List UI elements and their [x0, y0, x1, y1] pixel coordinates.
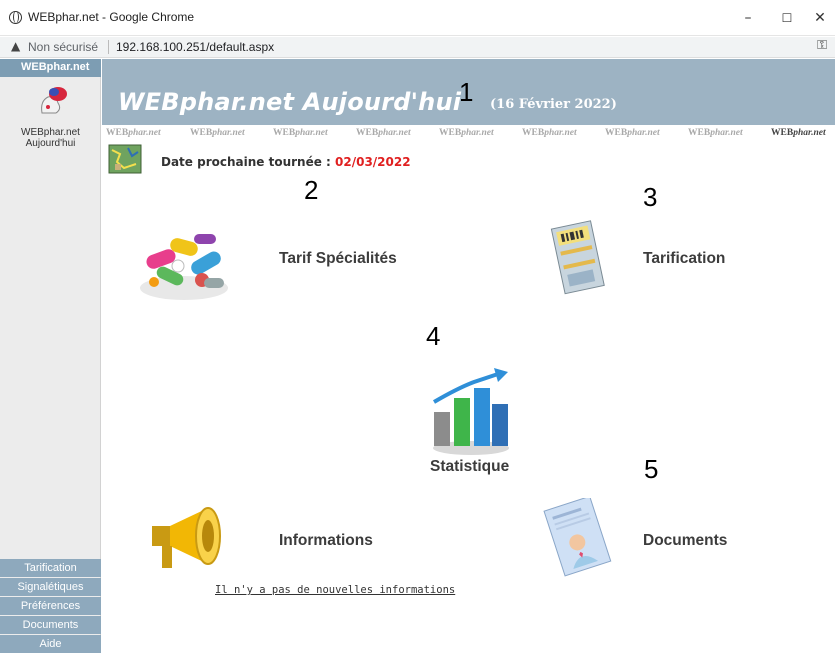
sidebar-home-label-line1[interactable]: WEBphar.net: [0, 127, 101, 138]
sidebar-item-preferences[interactable]: Préférences: [0, 597, 101, 615]
watermark-text: WEBphar.net: [522, 128, 577, 138]
watermark-suffix: phar.net: [627, 128, 660, 138]
watermark-prefix: WEB: [439, 128, 462, 138]
watermark-suffix: phar.net: [793, 128, 826, 138]
tile-informations[interactable]: Informations: [279, 532, 373, 550]
watermark-suffix: phar.net: [378, 128, 411, 138]
minimize-button[interactable]: –: [733, 6, 763, 30]
watermark-text: WEBphar.net: [605, 128, 660, 138]
address-bar[interactable]: ▲ Non sécurisé 192.168.100.251/default.a…: [0, 37, 835, 58]
sidebar: WEBphar.net WEBphar.net Aujourd'hui Tari…: [0, 59, 101, 653]
warning-icon[interactable]: ▲: [11, 39, 20, 53]
watermark-suffix: phar.net: [461, 128, 494, 138]
annotation-number-5: 5: [644, 454, 659, 484]
next-tour: Date prochaine tournée : 02/03/2022: [161, 155, 411, 169]
watermark-text: WEBphar.net: [688, 128, 743, 138]
documents-icon[interactable]: [542, 498, 614, 578]
browser-title-bar: WEBphar.net - Google Chrome – ☐ ✕: [0, 0, 835, 36]
statistics-chart-icon[interactable]: [428, 368, 514, 456]
page-title: WEBphar.net Aujourd'hui: [118, 88, 462, 116]
sidebar-nav: Tarification Signalétiques Préférences D…: [0, 559, 101, 654]
sidebar-item-signaletiques[interactable]: Signalétiques: [0, 578, 101, 596]
no-news-link[interactable]: Il n'y a pas de nouvelles informations: [215, 584, 455, 596]
sidebar-item-tarification[interactable]: Tarification: [0, 559, 101, 577]
watermark-strip: WEBphar.net WEBphar.net WEBphar.net WEBp…: [102, 126, 835, 142]
sidebar-brand: WEBphar.net: [0, 59, 101, 77]
watermark-text: WEBphar.net: [771, 128, 826, 138]
watermark-prefix: WEB: [190, 128, 213, 138]
next-tour-label: Date prochaine tournée :: [161, 155, 336, 169]
next-tour-date: 02/03/2022: [335, 155, 411, 169]
megaphone-icon[interactable]: [150, 504, 228, 572]
url-text[interactable]: 192.168.100.251/default.aspx: [116, 40, 274, 54]
sidebar-item-aide[interactable]: Aide: [0, 635, 101, 653]
watermark-prefix: WEB: [356, 128, 379, 138]
pills-icon[interactable]: [136, 222, 232, 304]
maximize-button[interactable]: ☐: [772, 6, 802, 30]
annotation-number-1: 1: [459, 77, 474, 107]
watermark-prefix: WEB: [771, 128, 794, 138]
watermark-suffix: phar.net: [295, 128, 328, 138]
tile-statistique[interactable]: Statistique: [430, 458, 509, 476]
annotation-number-4: 4: [426, 321, 441, 351]
close-button[interactable]: ✕: [805, 6, 835, 30]
watermark-prefix: WEB: [605, 128, 628, 138]
watermark-text: WEBphar.net: [190, 128, 245, 138]
window-title: WEBphar.net - Google Chrome: [28, 10, 195, 24]
tile-tarif-specialites[interactable]: Tarif Spécialités: [279, 250, 397, 268]
key-icon[interactable]: ⚿: [817, 38, 827, 53]
tarification-icon[interactable]: [544, 218, 614, 298]
watermark-text: WEBphar.net: [439, 128, 494, 138]
sidebar-item-documents[interactable]: Documents: [0, 616, 101, 634]
address-separator: [108, 40, 109, 54]
today-home-icon[interactable]: [36, 85, 70, 115]
watermark-prefix: WEB: [273, 128, 296, 138]
tile-documents[interactable]: Documents: [643, 532, 727, 550]
annotation-number-2: 2: [304, 175, 319, 205]
watermark-prefix: WEB: [106, 128, 129, 138]
watermark-text: WEBphar.net: [106, 128, 161, 138]
watermark-prefix: WEB: [688, 128, 711, 138]
security-label[interactable]: Non sécurisé: [28, 40, 98, 54]
watermark-prefix: WEB: [522, 128, 545, 138]
annotation-number-3: 3: [643, 182, 658, 212]
globe-icon: [9, 11, 22, 24]
watermark-text: WEBphar.net: [273, 128, 328, 138]
map-icon: [108, 144, 142, 174]
watermark-suffix: phar.net: [544, 128, 577, 138]
sidebar-home-label[interactable]: WEBphar.net Aujourd'hui: [0, 127, 101, 149]
watermark-suffix: phar.net: [212, 128, 245, 138]
watermark-suffix: phar.net: [128, 128, 161, 138]
tile-tarification[interactable]: Tarification: [643, 250, 725, 268]
sidebar-home-label-line2[interactable]: Aujourd'hui: [0, 138, 101, 149]
page-date: (16 Février 2022): [490, 97, 617, 112]
watermark-suffix: phar.net: [710, 128, 743, 138]
watermark-text: WEBphar.net: [356, 128, 411, 138]
